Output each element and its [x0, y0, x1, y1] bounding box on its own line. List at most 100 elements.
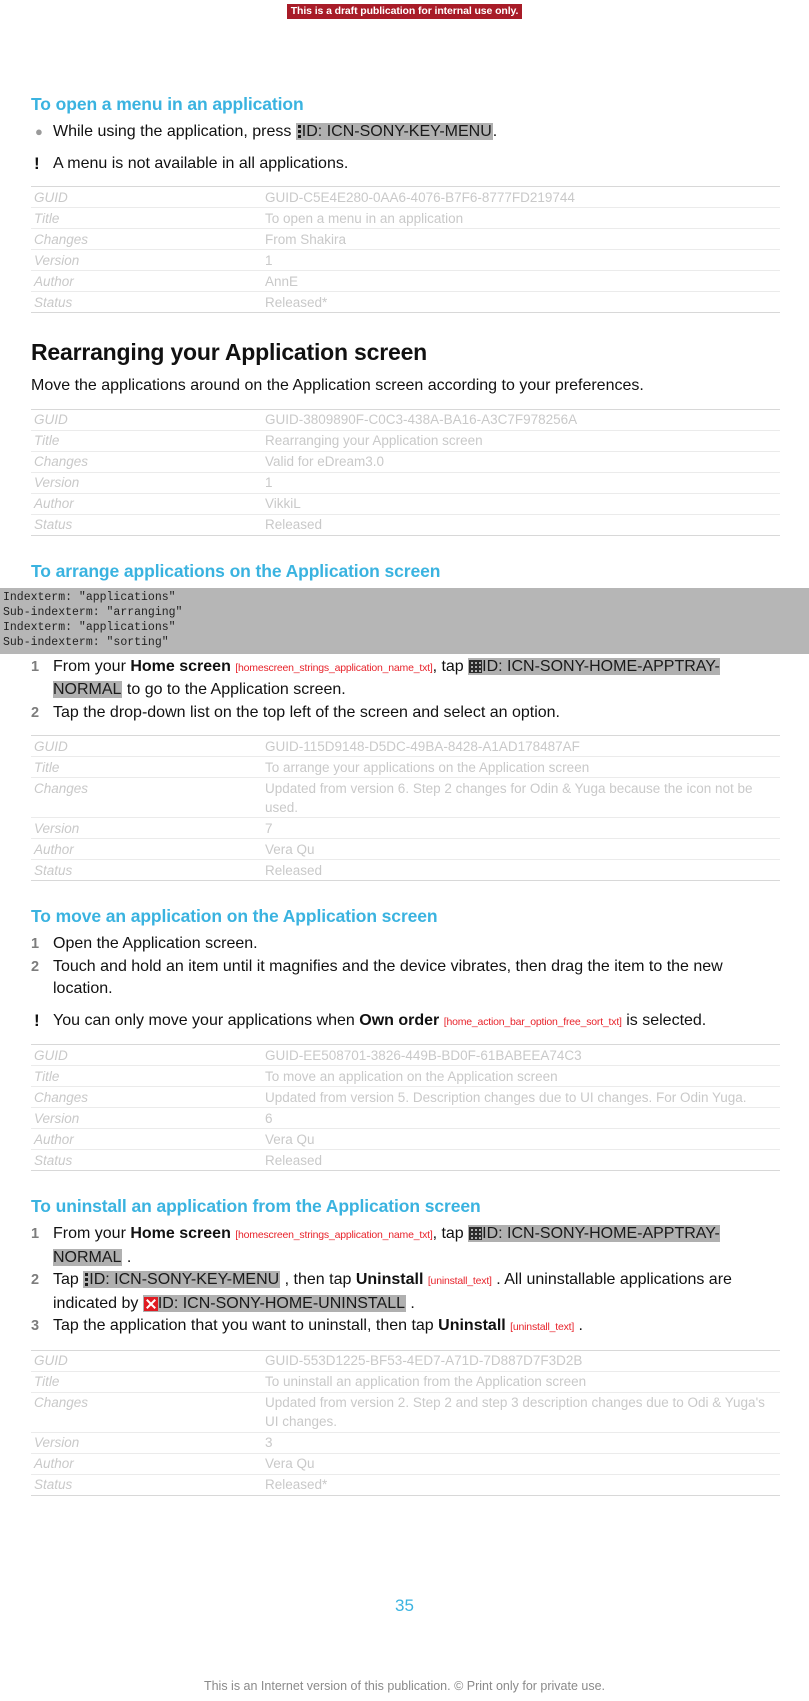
string-id: [homescreen_strings_application_name_txt… [235, 661, 433, 674]
meta-label: Title [31, 430, 262, 452]
meta-value: To uninstall an application from the App… [262, 1371, 780, 1393]
token-label: ID: ICN-SONY-KEY-MENU [301, 123, 492, 140]
task-heading-open-menu: To open a menu in an application [31, 94, 304, 114]
task-heading-move-app: To move an application on the Applicatio… [31, 906, 438, 927]
step-text-part: , tap [432, 1225, 469, 1243]
meta-value: AnnE [262, 270, 780, 292]
meta-value: 3 [262, 1432, 780, 1454]
step-text-part: , tap [432, 657, 469, 675]
meta-label: GUID [31, 1044, 262, 1067]
meta-value: VikkiL [262, 493, 780, 515]
ui-label: Home screen [130, 657, 231, 675]
string-id: [uninstall_text] [510, 1321, 575, 1334]
table-row: Status Released [31, 1149, 780, 1172]
table-row: Version 7 [31, 817, 780, 840]
meta-value: Released* [262, 1474, 780, 1496]
bullet-text: While using the application, press ID: I… [53, 121, 779, 144]
token-icn-sony-key-menu: ID: ICN-SONY-KEY-MENU [83, 1271, 281, 1289]
meta-value: Vera Qu [262, 838, 780, 861]
note-text-pre: You can only move your applications when [53, 1011, 360, 1029]
step-text-part: From your [53, 1225, 131, 1243]
step-number: 2 [31, 958, 40, 975]
draft-banner: This is a draft publication for internal… [0, 1, 809, 19]
meta-label: Status [31, 291, 262, 313]
note-exclamation-icon: ! [34, 1010, 40, 1030]
meta-value: Released [262, 514, 780, 536]
meta-label: Status [31, 1474, 262, 1496]
step-text: Tap the drop-down list on the top left o… [53, 703, 560, 721]
meta-label: Version [31, 1432, 262, 1454]
meta-value: 7 [262, 817, 780, 840]
table-row: Changes Valid for eDream3.0 [31, 451, 780, 473]
draft-banner-text: This is a draft publication for internal… [286, 4, 523, 19]
table-row: GUID GUID-553D1225-BF53-4ED7-A71D-7D887D7… [31, 1349, 780, 1372]
section-heading-rearranging: Rearranging your Application screen [31, 339, 428, 365]
metadata-table-uninstall-app: GUID GUID-553D1225-BF53-4ED7-A71D-7D887D7… [31, 1349, 780, 1496]
step-text: From your Home screen [homescreen_string… [53, 656, 779, 702]
string-id: [home_action_bar_option_free_sort_txt] [443, 1015, 622, 1028]
ui-label: Uninstall [355, 1271, 424, 1289]
table-row: Status Released [31, 859, 780, 882]
step-text-part: to go to the Application screen. [122, 681, 346, 699]
step-text-part: . [122, 1248, 132, 1266]
step-item: 3 Tap the application that you want to u… [31, 1315, 779, 1339]
task-heading-arrange-apps: To arrange applications on the Applicati… [31, 560, 441, 581]
meta-value: Valid for eDream3.0 [262, 451, 780, 473]
meta-label: Version [31, 1107, 262, 1130]
meta-value: GUID-553D1225-BF53-4ED7-A71D-7D887D7F3D2… [262, 1349, 780, 1372]
meta-value: To arrange your applications on the Appl… [262, 756, 780, 779]
table-row: Status Released* [31, 1474, 780, 1496]
meta-value: Vera Qu [262, 1453, 780, 1475]
step-number: 3 [31, 1318, 40, 1335]
metadata-table-rearranging: GUID GUID-3809890F-C0C3-438A-BA16-A3C7F97… [31, 408, 780, 536]
meta-label: Title [31, 1065, 262, 1088]
task-heading-uninstall-app: To uninstall an application from the App… [31, 1196, 481, 1217]
meta-label: Title [31, 1371, 262, 1393]
meta-label: Author [31, 493, 262, 515]
app-tray-grid-icon [469, 1227, 483, 1241]
step-item: 2 Tap the drop-down list on the top left… [31, 702, 779, 725]
meta-value: GUID-EE508701-3826-449B-BD0F-61BABEEA74C… [262, 1044, 780, 1067]
bullet-text-pre: While using the application, press [53, 123, 296, 140]
step-text-part: , then tap [280, 1271, 356, 1289]
string-id: [uninstall_text] [427, 1275, 492, 1288]
meta-label: Status [31, 514, 262, 536]
meta-label: Changes [31, 1392, 262, 1433]
document-page: This is a draft publication for internal… [0, 0, 809, 1701]
meta-label: Status [31, 859, 262, 882]
table-row: Version 1 [31, 472, 780, 494]
table-row: Author Vera Qu [31, 1128, 780, 1151]
meta-label: Changes [31, 777, 262, 819]
meta-label: Author [31, 1453, 262, 1475]
meta-value: Vera Qu [262, 1128, 780, 1151]
meta-value: 1 [262, 472, 780, 494]
meta-value: Updated from version 2. Step 2 and step … [262, 1392, 780, 1433]
table-row: Changes Updated from version 6. Step 2 ch… [31, 777, 780, 819]
indexterm-block: Indexterm: "applications" Sub-indexterm:… [0, 587, 809, 654]
meta-value: From Shakira [262, 228, 780, 250]
table-row: Title To open a menu in an application [31, 207, 780, 229]
table-row: GUID GUID-EE508701-3826-449B-BD0F-61BABEE… [31, 1044, 780, 1067]
table-row: GUID GUID-115D9148-D5DC-49BA-8428-A1AD178… [31, 735, 780, 758]
table-row: Title To uninstall an application from th… [31, 1371, 780, 1393]
bullet-item-open-menu: ● While using the application, press ID:… [31, 121, 779, 144]
meta-value: Released [262, 859, 780, 882]
step-text: From your Home screen [homescreen_string… [53, 1223, 779, 1269]
meta-label: Author [31, 1128, 262, 1151]
step-item: 1 From your Home screen [homescreen_stri… [31, 656, 779, 702]
string-id: [homescreen_strings_application_name_txt… [235, 1229, 433, 1242]
page-content: To open a menu in an application ● While… [0, 94, 809, 1496]
note-text: A menu is not available in all applicati… [53, 154, 349, 172]
table-row: Status Released* [31, 291, 780, 313]
meta-value: Updated from version 5. Description chan… [262, 1086, 780, 1109]
step-text-part: . [574, 1317, 583, 1335]
meta-value: Released* [262, 291, 780, 313]
ui-label: Own order [359, 1011, 440, 1029]
meta-value: GUID-C5E4E280-0AA6-4076-B7F6-8777FD21974… [262, 186, 780, 208]
meta-value: 6 [262, 1107, 780, 1130]
meta-label: GUID [31, 1349, 262, 1372]
table-row: Author VikkiL [31, 493, 780, 515]
meta-value: To open a menu in an application [262, 207, 780, 229]
table-row: Changes Updated from version 2. Step 2 an… [31, 1392, 780, 1433]
bullet-marker: ● [35, 124, 43, 139]
